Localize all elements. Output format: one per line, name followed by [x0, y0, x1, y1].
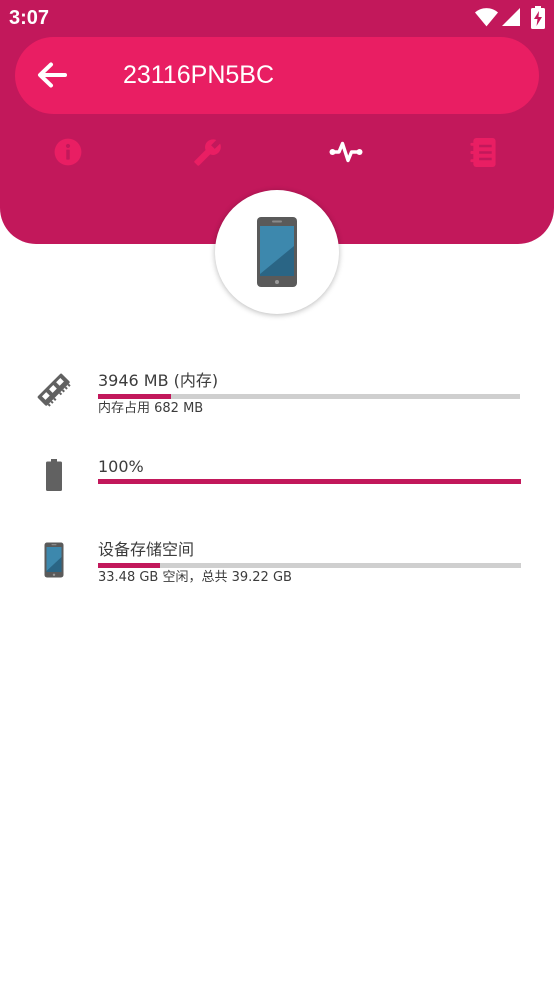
page-title: 23116PN5BC — [123, 61, 275, 89]
tab-notes[interactable] — [459, 128, 507, 176]
tab-monitor[interactable] — [322, 128, 370, 176]
phone-icon — [257, 217, 297, 287]
battery-title: 100% — [98, 457, 144, 476]
tab-info[interactable] — [44, 128, 92, 176]
memory-progress-bar — [98, 394, 520, 399]
arrow-left-icon — [38, 62, 67, 88]
memory-subtitle: 内存占用 682 MB — [98, 401, 204, 416]
device-avatar — [215, 190, 339, 314]
memory-icon — [37, 373, 71, 407]
battery-icon — [46, 459, 62, 491]
storage-title: 设备存储空间 — [98, 540, 195, 559]
memory-title: 3946 MB (内存) — [98, 371, 219, 390]
back-button[interactable] — [28, 53, 74, 97]
signal-icon — [502, 8, 520, 26]
phone-icon — [44, 542, 64, 578]
wifi-icon — [475, 8, 498, 27]
battery-progress-bar — [98, 479, 521, 484]
pulse-icon — [329, 141, 363, 163]
wrench-icon — [193, 138, 221, 166]
status-time: 3:07 — [9, 7, 50, 29]
battery-progress-fill — [98, 479, 521, 484]
memory-progress-fill — [98, 394, 171, 399]
tab-tools[interactable] — [183, 128, 231, 176]
battery-charging-icon — [531, 6, 545, 29]
storage-subtitle: 33.48 GB 空闲，总共 39.22 GB — [98, 570, 292, 585]
storage-progress-fill — [98, 563, 160, 568]
info-icon — [54, 138, 82, 166]
storage-progress-bar — [98, 563, 521, 568]
notebook-icon — [470, 137, 496, 167]
toolbar: 23116PN5BC — [15, 37, 539, 114]
